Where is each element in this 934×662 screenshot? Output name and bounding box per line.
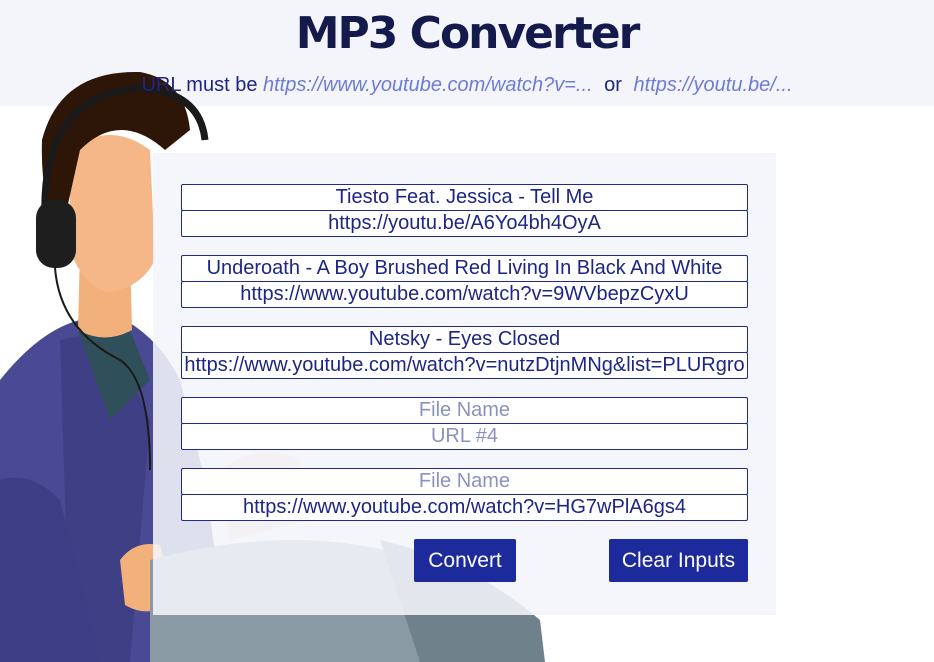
converter-form-panel: Convert Clear Inputs xyxy=(153,153,776,615)
convert-button[interactable]: Convert xyxy=(414,539,516,582)
page-title: MP3 Converter xyxy=(295,8,641,59)
file-name-input-5[interactable] xyxy=(181,468,748,495)
url-input-1[interactable] xyxy=(181,210,748,237)
url-input-5[interactable] xyxy=(181,494,748,521)
file-name-input-3[interactable] xyxy=(181,326,748,353)
page: MP3 Converter URL must be https://www.yo… xyxy=(0,0,934,662)
entry-4 xyxy=(181,397,748,450)
clear-inputs-button[interactable]: Clear Inputs xyxy=(609,539,748,582)
file-name-input-2[interactable] xyxy=(181,255,748,282)
entry-5 xyxy=(181,468,748,521)
file-name-input-1[interactable] xyxy=(181,184,748,211)
hint-example-long-url: https://www.youtube.com/watch?v=... xyxy=(263,74,593,96)
url-input-4[interactable] xyxy=(181,423,748,450)
file-name-input-4[interactable] xyxy=(181,397,748,424)
hint-example-short-url: https://youtu.be/... xyxy=(633,74,793,96)
url-input-3[interactable] xyxy=(181,352,748,379)
url-format-hint: URL must be https://www.youtube.com/watc… xyxy=(0,74,934,97)
entry-3 xyxy=(181,326,748,379)
entry-1 xyxy=(181,184,748,237)
hint-prefix: URL must be xyxy=(141,74,258,96)
entry-2 xyxy=(181,255,748,308)
url-input-2[interactable] xyxy=(181,281,748,308)
hint-or: or xyxy=(604,74,622,96)
